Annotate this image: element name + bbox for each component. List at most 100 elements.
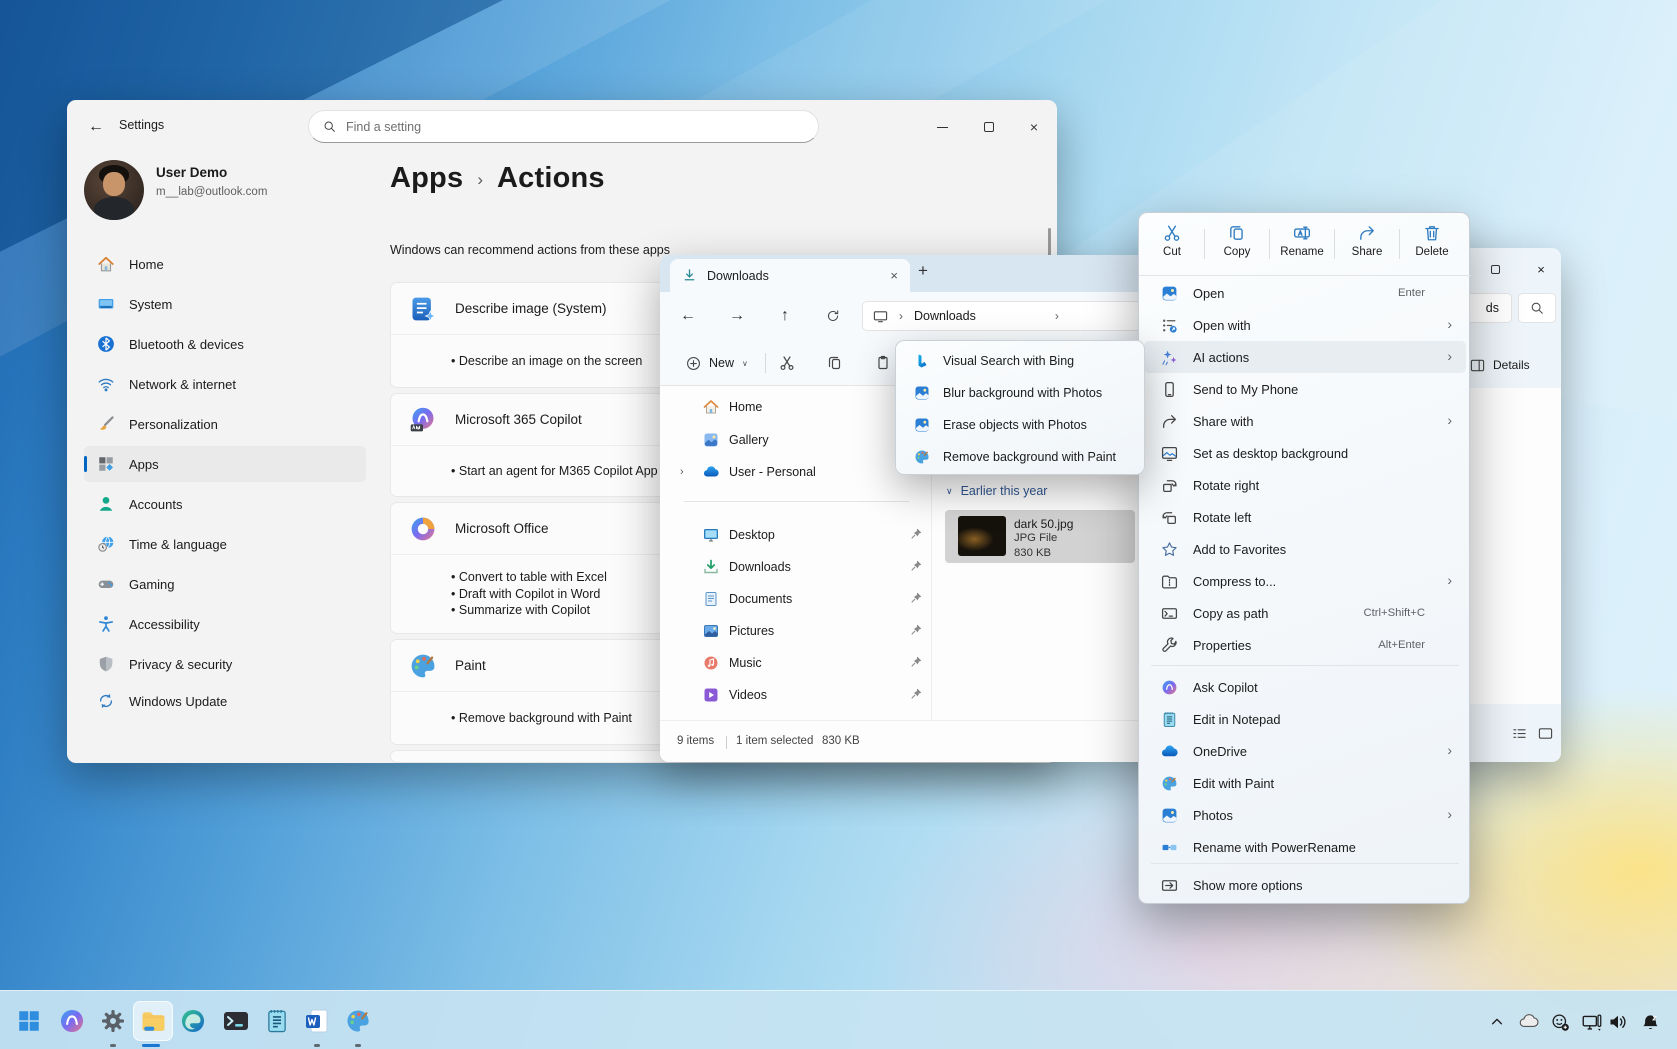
- paint-button[interactable]: [338, 1001, 378, 1041]
- nav-item-videos[interactable]: Videos: [672, 680, 920, 710]
- details-toggle-button[interactable]: Details: [1470, 352, 1530, 378]
- menu-item-send-to-my-phone[interactable]: Send to My Phone: [1144, 373, 1466, 405]
- sidebar-item-network[interactable]: Network & internet: [84, 366, 366, 402]
- back-button[interactable]: ←: [672, 301, 704, 331]
- pin-icon[interactable]: [910, 527, 923, 540]
- nav-item-user-personal[interactable]: › User - Personal: [672, 457, 920, 487]
- address-segment[interactable]: Downloads: [914, 309, 976, 323]
- pin-icon[interactable]: [910, 623, 923, 636]
- cut-button[interactable]: [772, 348, 802, 378]
- terminal-button[interactable]: [216, 1001, 256, 1041]
- menu-item-photos[interactable]: Photos ›: [1144, 799, 1466, 831]
- quick-bar-divider: [1269, 229, 1270, 259]
- tray-notification-bell-button[interactable]: [1636, 1008, 1664, 1036]
- running-indicator: [355, 1044, 361, 1047]
- settings-button[interactable]: [93, 1001, 133, 1041]
- expand-chevron-icon[interactable]: ›: [680, 466, 684, 478]
- menu-item-copy-as-path[interactable]: Copy as path Ctrl+Shift+C: [1144, 597, 1466, 629]
- minimize-button[interactable]: [919, 112, 965, 142]
- menu-item-rename-with-powerrename[interactable]: Rename with PowerRename: [1144, 831, 1466, 863]
- tray-onedrive-button[interactable]: [1515, 1008, 1543, 1036]
- menu-item-edit-in-notepad[interactable]: Edit in Notepad: [1144, 703, 1466, 735]
- nav-item-desktop[interactable]: Desktop: [672, 520, 920, 550]
- close-button[interactable]: ×: [1011, 112, 1057, 142]
- menu-item-add-to-favorites[interactable]: Add to Favorites: [1144, 533, 1466, 565]
- rename-button[interactable]: Rename: [1274, 221, 1330, 269]
- sidebar-item-home[interactable]: Home: [84, 246, 366, 282]
- sidebar-item-personalization[interactable]: Personalization: [84, 406, 366, 442]
- preview-view-button[interactable]: [1538, 726, 1558, 742]
- pin-icon[interactable]: [910, 687, 923, 700]
- copy-button[interactable]: [820, 348, 850, 378]
- nav-item-music[interactable]: Music: [672, 648, 920, 678]
- close-button[interactable]: ×: [1524, 256, 1558, 282]
- new-button[interactable]: New ∨: [678, 348, 756, 378]
- back-button[interactable]: ←: [81, 112, 111, 142]
- copy-button[interactable]: Copy: [1209, 221, 1265, 269]
- pin-icon[interactable]: [910, 655, 923, 668]
- word-button[interactable]: [297, 1001, 337, 1041]
- start-button[interactable]: [9, 1001, 49, 1041]
- search-box-fragment[interactable]: [1518, 293, 1556, 323]
- menu-item-show-more-options[interactable]: Show more options: [1144, 869, 1466, 901]
- tab-downloads[interactable]: Downloads ×: [670, 259, 910, 292]
- new-tab-button[interactable]: +: [918, 261, 928, 281]
- notepad-button[interactable]: [257, 1001, 297, 1041]
- menu-item-onedrive[interactable]: OneDrive ›: [1144, 735, 1466, 767]
- submenu-item-remove-background-with-paint[interactable]: Remove background with Paint: [901, 441, 1141, 472]
- sidebar-item-gaming[interactable]: Gaming: [84, 566, 366, 602]
- menu-item-rotate-left[interactable]: Rotate left: [1144, 501, 1466, 533]
- tray-volume-button[interactable]: [1604, 1008, 1632, 1036]
- list-view-button[interactable]: [1512, 726, 1532, 742]
- copilot-button[interactable]: [52, 1001, 92, 1041]
- nav-item-downloads[interactable]: Downloads: [672, 552, 920, 582]
- submenu-item-erase-objects-with-photos[interactable]: Erase objects with Photos: [901, 409, 1141, 440]
- sidebar-item-accounts[interactable]: Accounts: [84, 486, 366, 522]
- breadcrumb-parent[interactable]: Apps: [390, 162, 463, 195]
- sidebar-item-accessibility[interactable]: Accessibility: [84, 606, 366, 642]
- maximize-button[interactable]: [966, 112, 1012, 142]
- menu-item-open-with[interactable]: Open with ›: [1144, 309, 1466, 341]
- menu-item-ask-copilot[interactable]: Ask Copilot: [1144, 671, 1466, 703]
- menu-item-open[interactable]: Open Enter: [1144, 277, 1466, 309]
- submenu-item-blur-background-with-photos[interactable]: Blur background with Photos: [901, 377, 1141, 408]
- sidebar-item-system[interactable]: System: [84, 286, 366, 322]
- menu-item-set-as-desktop-background[interactable]: Set as desktop background: [1144, 437, 1466, 469]
- file-explorer-button[interactable]: [133, 1001, 173, 1041]
- sidebar-item-privacy[interactable]: Privacy & security: [84, 646, 366, 682]
- menu-item-rotate-right[interactable]: Rotate right: [1144, 469, 1466, 501]
- sidebar-item-windows-update[interactable]: Windows Update: [84, 683, 366, 719]
- menu-item-edit-with-paint[interactable]: Edit with Paint: [1144, 767, 1466, 799]
- tray-emoji-button[interactable]: [1546, 1008, 1574, 1036]
- edge-button[interactable]: [173, 1001, 213, 1041]
- group-header[interactable]: ∨ Earlier this year: [946, 484, 1047, 498]
- sidebar-item-bluetooth[interactable]: Bluetooth & devices: [84, 326, 366, 362]
- refresh-button[interactable]: [817, 301, 849, 331]
- nav-item-pictures[interactable]: Pictures: [672, 616, 920, 646]
- menu-item-ai-actions[interactable]: AI actions ›: [1144, 341, 1466, 373]
- maximize-button[interactable]: [1478, 256, 1512, 282]
- nav-item-documents[interactable]: Documents: [672, 584, 920, 614]
- delete-button[interactable]: Delete: [1404, 221, 1460, 269]
- cut-button[interactable]: Cut: [1144, 221, 1200, 269]
- scrollbar-thumb[interactable]: [1048, 228, 1051, 256]
- tray-display-pen-button[interactable]: [1578, 1008, 1606, 1036]
- avatar[interactable]: [84, 160, 144, 220]
- sidebar-item-apps[interactable]: Apps: [84, 446, 366, 482]
- submenu-item-visual-search-with-bing[interactable]: Visual Search with Bing: [901, 345, 1141, 376]
- menu-item-properties[interactable]: Properties Alt+Enter: [1144, 629, 1466, 661]
- pin-icon[interactable]: [910, 591, 923, 604]
- nav-item-home[interactable]: Home: [672, 392, 920, 422]
- share-button[interactable]: Share: [1339, 221, 1395, 269]
- paste-button[interactable]: [868, 348, 898, 378]
- menu-item-share-with[interactable]: Share with ›: [1144, 405, 1466, 437]
- pin-icon[interactable]: [910, 559, 923, 572]
- tray-chevron-up-button[interactable]: [1483, 1008, 1511, 1036]
- settings-search-input[interactable]: Find a setting: [308, 110, 819, 143]
- forward-button[interactable]: →: [721, 301, 753, 331]
- sidebar-item-time-language[interactable]: Time & language: [84, 526, 366, 562]
- up-button[interactable]: ↑: [769, 301, 801, 331]
- nav-item-gallery[interactable]: Gallery: [672, 425, 920, 455]
- menu-item-compress-to[interactable]: Compress to... ›: [1144, 565, 1466, 597]
- tab-close-icon[interactable]: ×: [890, 268, 898, 283]
